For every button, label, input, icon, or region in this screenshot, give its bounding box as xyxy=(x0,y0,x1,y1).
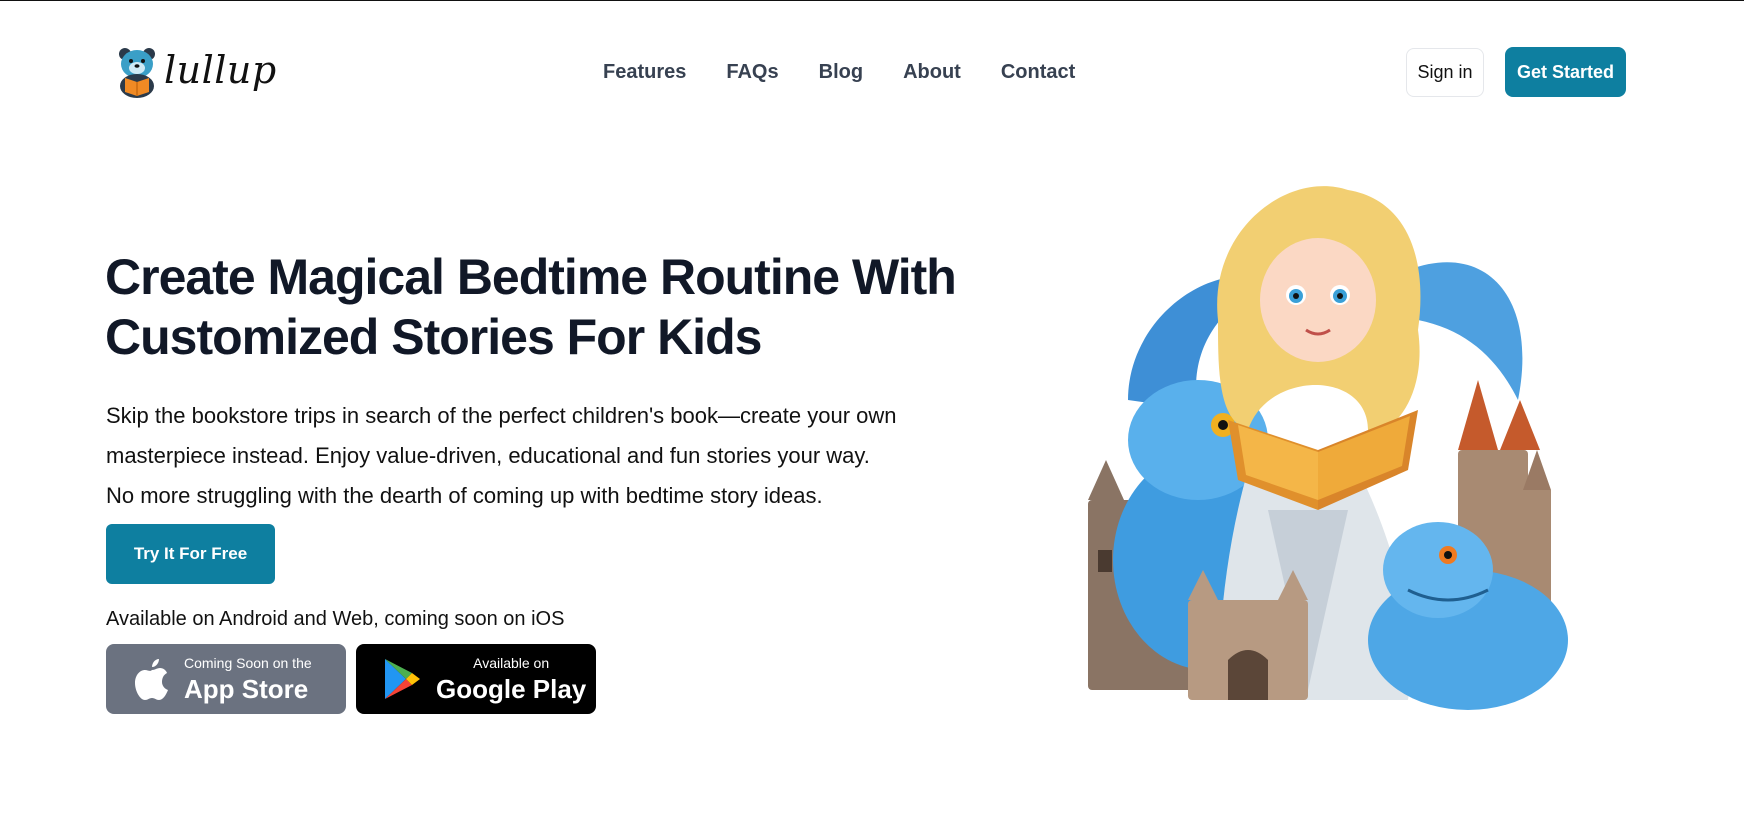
nav-item-features[interactable]: Features xyxy=(603,58,686,86)
nav-item-about[interactable]: About xyxy=(903,58,961,86)
hero-description-line: masterpiece instead. Enjoy value-driven,… xyxy=(106,443,870,468)
google-play-icon xyxy=(385,659,420,699)
sign-in-button[interactable]: Sign in xyxy=(1406,48,1484,97)
bear-reading-icon xyxy=(119,48,155,98)
hero-title: Create Magical Bedtime Routine With Cust… xyxy=(105,249,957,365)
hero-description-line: Skip the bookstore trips in search of th… xyxy=(106,403,897,428)
google-play-badge[interactable]: Available on Google Play xyxy=(356,644,596,714)
hero-description: Skip the bookstore trips in search of th… xyxy=(106,396,966,516)
google-play-small-text: Available on xyxy=(473,655,550,671)
hero-illustration xyxy=(1088,186,1568,710)
hero-description-line: No more struggling with the dearth of co… xyxy=(106,483,823,508)
dragon-wing xyxy=(1408,262,1523,400)
apple-icon xyxy=(135,659,168,700)
main-nav: Features FAQs Blog About Contact xyxy=(603,58,1075,86)
nav-item-contact[interactable]: Contact xyxy=(1001,58,1075,86)
get-started-button[interactable]: Get Started xyxy=(1505,47,1626,97)
app-store-big-text: App Store xyxy=(184,674,309,704)
google-play-big-text: Google Play xyxy=(436,674,587,704)
brand-name: lullup xyxy=(164,48,277,92)
try-free-button[interactable]: Try It For Free xyxy=(106,524,275,584)
app-store-small-text: Coming Soon on the xyxy=(184,655,312,671)
availability-text: Available on Android and Web, coming soo… xyxy=(106,608,565,630)
dragon-right-head xyxy=(1383,522,1493,618)
nav-item-faqs[interactable]: FAQs xyxy=(726,58,778,86)
logo[interactable]: lullup xyxy=(116,46,277,98)
princess-face xyxy=(1260,238,1376,362)
nav-item-blog[interactable]: Blog xyxy=(819,58,863,86)
app-store-badge[interactable]: Coming Soon on the App Store xyxy=(106,644,346,714)
site-header: lullup Features FAQs Blog About Contact … xyxy=(0,0,1744,145)
